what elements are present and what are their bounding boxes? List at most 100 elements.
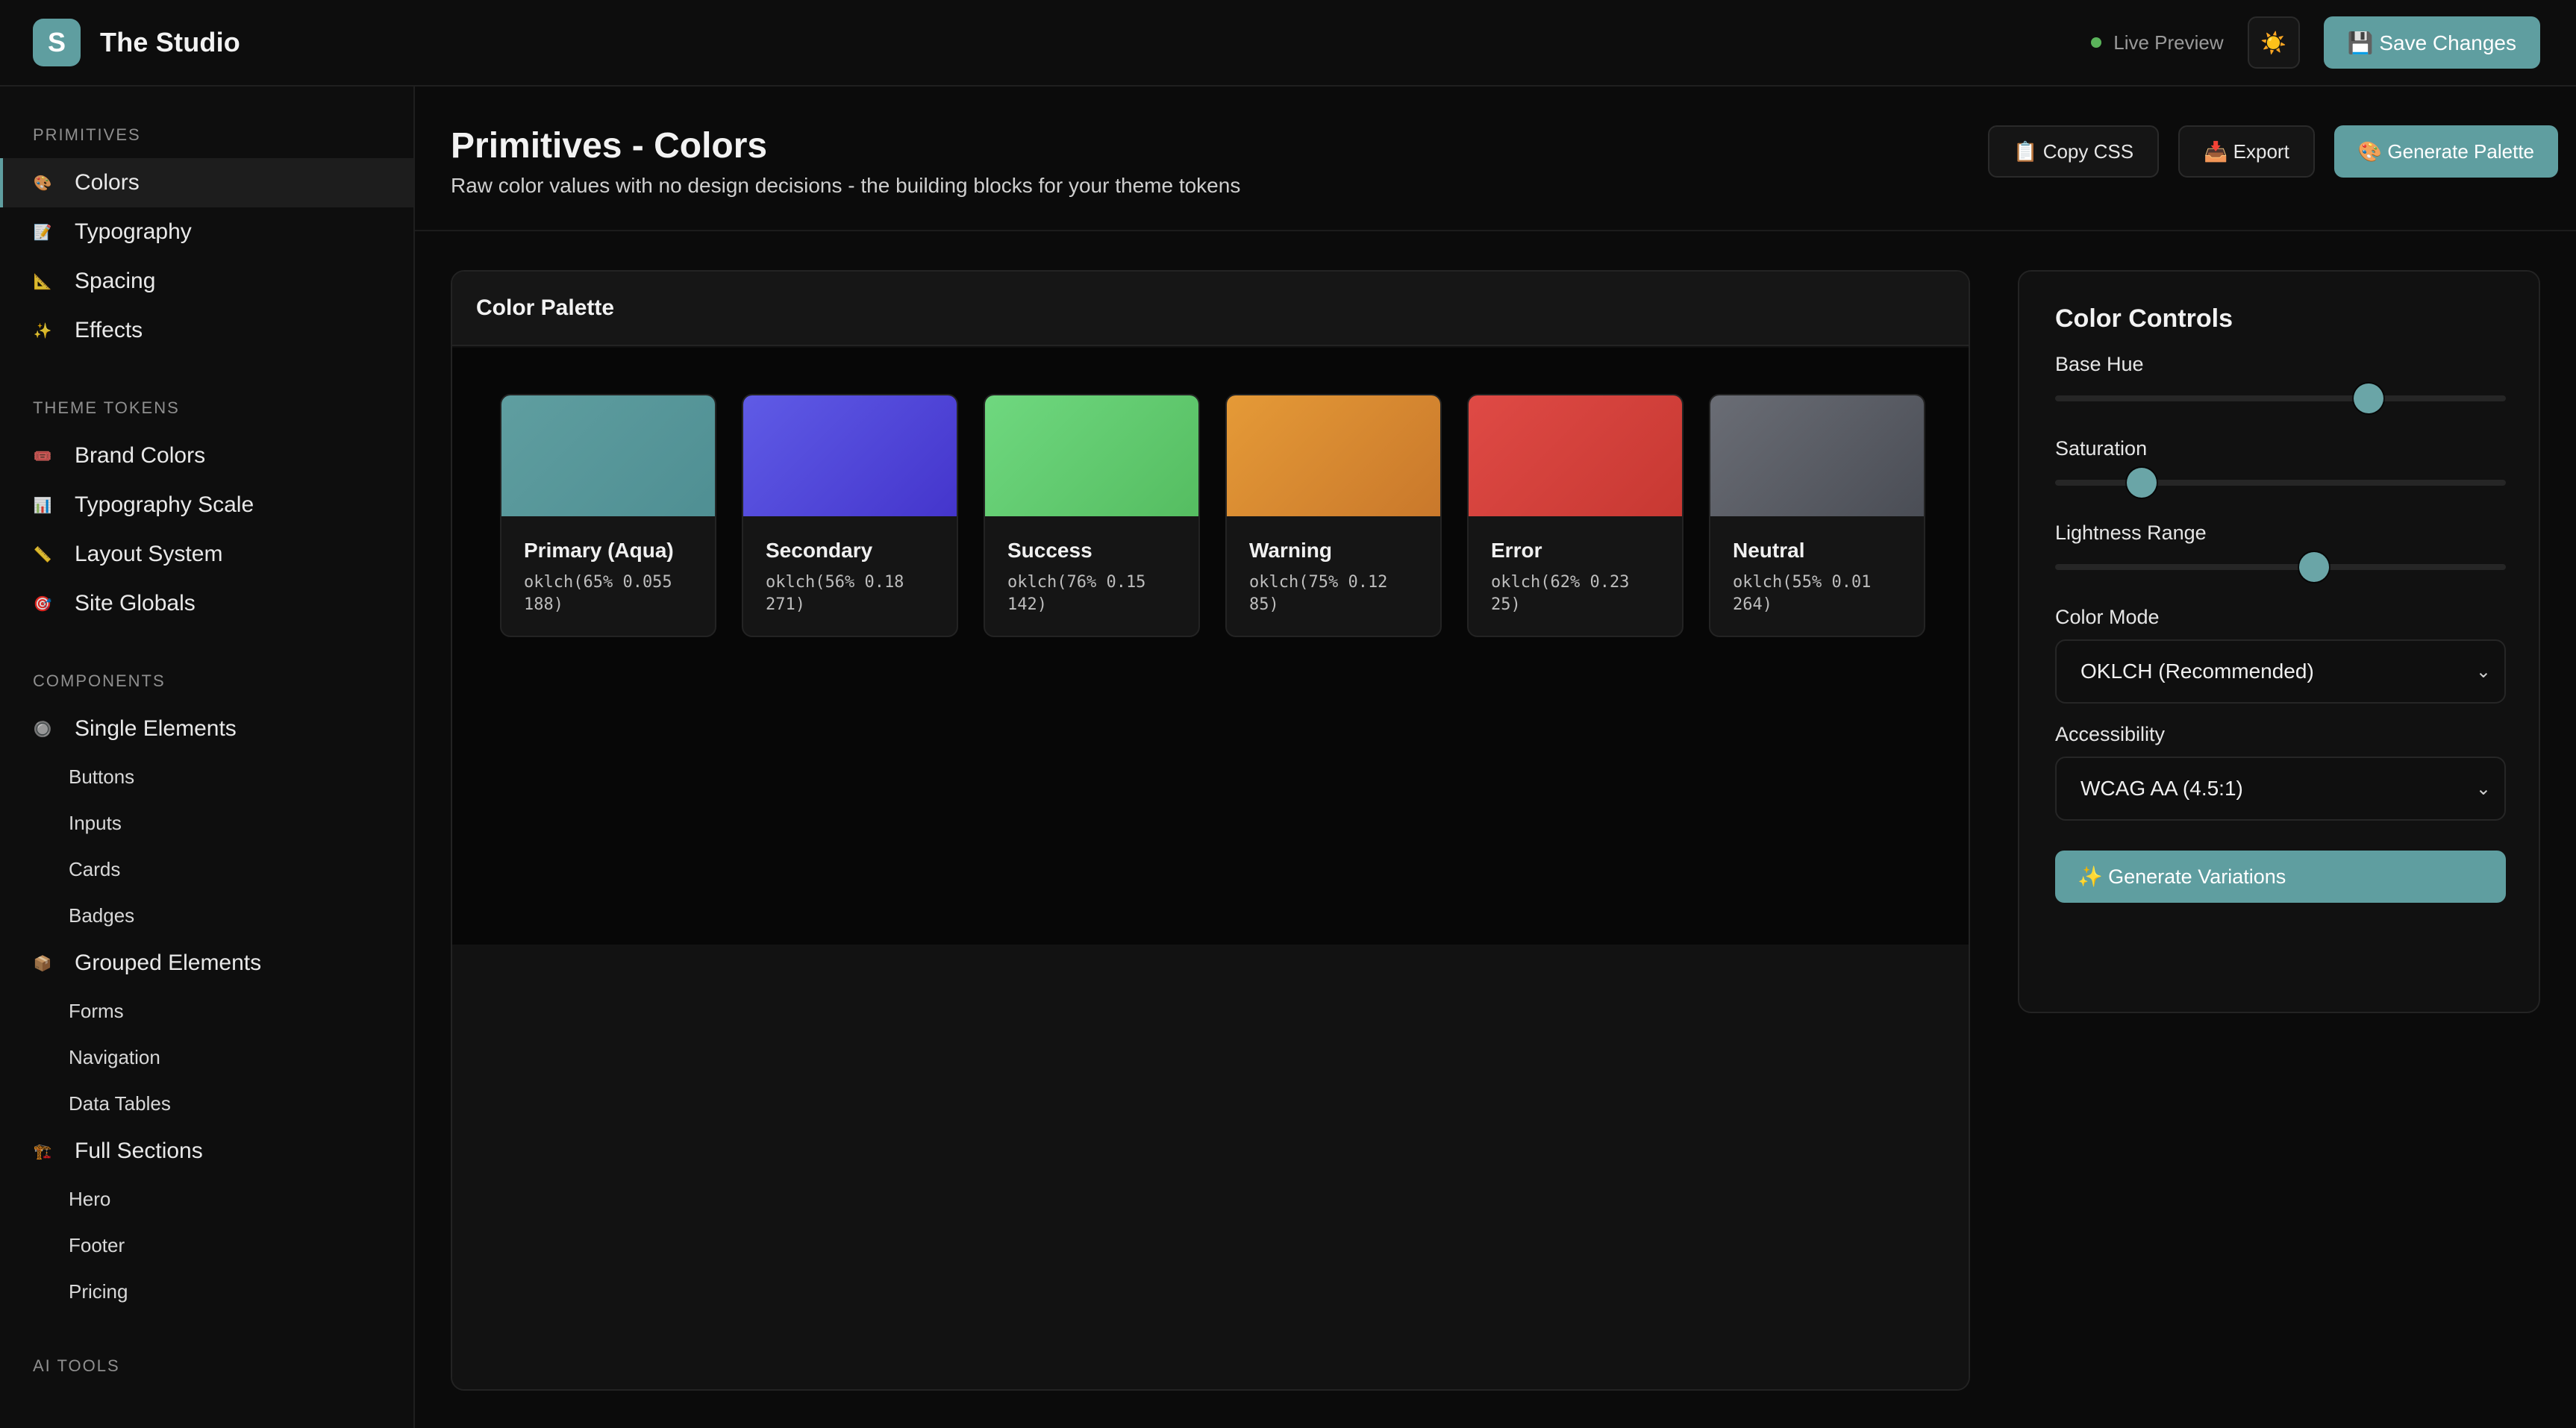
sidebar-item-layout-system[interactable]: 📏 Layout System xyxy=(0,530,413,579)
swatch-color-error xyxy=(1469,395,1682,516)
swatch-code: oklch(56% 0.18 271) xyxy=(766,573,904,614)
sidebar-subitem-badges[interactable]: Badges xyxy=(0,892,413,939)
swatch-name: Primary (Aqua) xyxy=(524,539,674,562)
slider-track xyxy=(2055,480,2506,486)
sidebar-item-label: Effects xyxy=(75,318,143,342)
base-hue-label: Base Hue xyxy=(2055,353,2144,375)
palette-empty-area xyxy=(452,945,1969,1389)
top-right-actions: Live Preview ☀️ 💾 Save Changes xyxy=(2091,16,2540,69)
sidebar-item-site-globals[interactable]: 🎯 Site Globals xyxy=(0,579,413,628)
sidebar-subitem-navigation[interactable]: Navigation xyxy=(0,1034,413,1080)
sidebar-item-label: Single Elements xyxy=(75,716,237,741)
chevron-down-icon: ⌄ xyxy=(2475,778,2491,799)
sidebar-section-ai-tools: AI TOOLS xyxy=(33,1356,120,1375)
sidebar-item-typography-scale[interactable]: 📊 Typography Scale xyxy=(0,480,413,530)
notepad-icon: 📝 xyxy=(33,224,52,241)
app-title: The Studio xyxy=(100,27,240,57)
color-mode-selected: OKLCH (Recommended) xyxy=(2081,660,2314,683)
sidebar-subitem-cards[interactable]: Cards xyxy=(0,846,413,892)
slider-thumb[interactable] xyxy=(2299,552,2330,582)
page-header: Primitives - Colors Raw color values wit… xyxy=(451,125,2558,230)
swatch-info: Primary (Aqua) oklch(65% 0.055 188) xyxy=(501,516,715,636)
swatch-color-warning xyxy=(1227,395,1440,516)
sidebar-item-brand-colors[interactable]: 🎟️ Brand Colors xyxy=(0,431,413,480)
generate-palette-button[interactable]: 🎨 Generate Palette xyxy=(2333,125,2558,178)
swatch-code: oklch(75% 0.12 85) xyxy=(1249,573,1388,614)
color-controls-title: Color Controls xyxy=(2055,304,2233,333)
swatch-color-success xyxy=(985,395,1198,516)
base-hue-slider[interactable] xyxy=(2055,376,2506,418)
saturation-label: Saturation xyxy=(2055,437,2148,460)
sidebar-subitem-footer[interactable]: Footer xyxy=(0,1222,413,1268)
swatch-info: Secondary oklch(56% 0.18 271) xyxy=(743,516,957,636)
sidebar-subitem-forms[interactable]: Forms xyxy=(0,988,413,1034)
app-root: S The Studio Live Preview ☀️ 💾 Save Chan… xyxy=(0,0,2576,1428)
slider-thumb[interactable] xyxy=(2354,383,2384,413)
swatch-color-primary xyxy=(501,395,715,516)
export-button[interactable]: 📥 Export xyxy=(2178,125,2315,178)
sidebar-item-label: Typography xyxy=(75,219,192,244)
sidebar-item-grouped-elements[interactable]: 📦 Grouped Elements xyxy=(0,939,413,988)
accessibility-select[interactable]: WCAG AA (4.5:1) ⌄ xyxy=(2055,757,2506,821)
swatch-code: oklch(62% 0.23 25) xyxy=(1491,573,1630,614)
sidebar-item-label: Site Globals xyxy=(75,591,196,616)
sidebar: PRIMITIVES 🎨 Colors 📝 Typography 📐 Spaci… xyxy=(0,87,415,1428)
sidebar-item-full-sections[interactable]: 🏗️ Full Sections xyxy=(0,1127,413,1176)
swatch-info: Neutral oklch(55% 0.01 264) xyxy=(1710,516,1924,636)
sidebar-subitem-inputs[interactable]: Inputs xyxy=(0,800,413,846)
sidebar-item-label: Layout System xyxy=(75,542,223,566)
swatch-name: Neutral xyxy=(1733,539,1805,562)
chevron-down-icon: ⌄ xyxy=(2475,661,2491,682)
color-controls-card: Color Controls Base Hue Saturation Light… xyxy=(2018,270,2540,1013)
sidebar-subitem-hero[interactable]: Hero xyxy=(0,1176,413,1222)
swatch-color-neutral xyxy=(1710,395,1924,516)
sidebar-subitem-buttons[interactable]: Buttons xyxy=(0,754,413,800)
swatch-card[interactable]: Secondary oklch(56% 0.18 271) xyxy=(742,394,958,637)
header-actions: 📋 Copy CSS 📥 Export 🎨 Generate Palette xyxy=(1988,125,2558,178)
copy-css-button[interactable]: 📋 Copy CSS xyxy=(1988,125,2160,178)
sidebar-item-label: Spacing xyxy=(75,269,156,293)
swatch-color-secondary xyxy=(743,395,957,516)
sidebar-item-spacing[interactable]: 📐 Spacing xyxy=(0,257,413,306)
brand-logo: S xyxy=(33,19,81,66)
swatch-card[interactable]: Success oklch(76% 0.15 142) xyxy=(984,394,1200,637)
sidebar-section-primitives: PRIMITIVES xyxy=(33,125,141,144)
slider-thumb[interactable] xyxy=(2126,468,2157,498)
sidebar-item-single-elements[interactable]: 🔘 Single Elements xyxy=(0,704,413,754)
sidebar-item-effects[interactable]: ✨ Effects xyxy=(0,306,413,355)
saturation-slider[interactable] xyxy=(2055,460,2506,502)
bar-chart-icon: 📊 xyxy=(33,497,52,514)
color-mode-select[interactable]: OKLCH (Recommended) ⌄ xyxy=(2055,639,2506,704)
swatch-card[interactable]: Neutral oklch(55% 0.01 264) xyxy=(1709,394,1925,637)
color-controls-inner: Color Controls Base Hue Saturation Light… xyxy=(2055,304,2506,903)
sidebar-subitem-data-tables[interactable]: Data Tables xyxy=(0,1080,413,1127)
sidebar-item-label: Colors xyxy=(75,170,140,195)
swatch-name: Warning xyxy=(1249,539,1332,562)
generate-variations-button[interactable]: ✨ Generate Variations xyxy=(2055,851,2506,903)
lightness-range-label: Lightness Range xyxy=(2055,522,2207,544)
header-divider xyxy=(415,230,2576,231)
swatch-info: Error oklch(62% 0.23 25) xyxy=(1469,516,1682,636)
brand: S The Studio xyxy=(33,19,240,66)
slider-track xyxy=(2055,564,2506,570)
sparkles-icon: ✨ xyxy=(33,322,52,339)
swatch-code: oklch(55% 0.01 264) xyxy=(1733,573,1872,614)
color-mode-label: Color Mode xyxy=(2055,606,2160,628)
palette-preview-area: Primary (Aqua) oklch(65% 0.055 188) Seco… xyxy=(452,348,1969,945)
swatch-name: Error xyxy=(1491,539,1542,562)
color-palette-card: Color Palette Primary (Aqua) oklch(65% 0… xyxy=(451,270,1970,1391)
lightness-range-slider[interactable] xyxy=(2055,545,2506,586)
swatch-card[interactable]: Warning oklch(75% 0.12 85) xyxy=(1225,394,1442,637)
swatch-card[interactable]: Error oklch(62% 0.23 25) xyxy=(1467,394,1684,637)
straight-ruler-icon: 📏 xyxy=(33,546,52,563)
save-changes-button[interactable]: 💾 Save Changes xyxy=(2323,16,2540,69)
theme-toggle-button[interactable]: ☀️ xyxy=(2247,16,2300,69)
sidebar-item-colors[interactable]: 🎨 Colors xyxy=(0,158,413,207)
sidebar-item-typography[interactable]: 📝 Typography xyxy=(0,207,413,257)
sidebar-subitem-pricing[interactable]: Pricing xyxy=(0,1268,413,1315)
swatch-card[interactable]: Primary (Aqua) oklch(65% 0.055 188) xyxy=(500,394,716,637)
swatch-info: Success oklch(76% 0.15 142) xyxy=(985,516,1198,636)
palette-icon: 🎨 xyxy=(33,175,52,192)
ticket-icon: 🎟️ xyxy=(33,448,52,465)
accessibility-selected: WCAG AA (4.5:1) xyxy=(2081,777,2243,800)
